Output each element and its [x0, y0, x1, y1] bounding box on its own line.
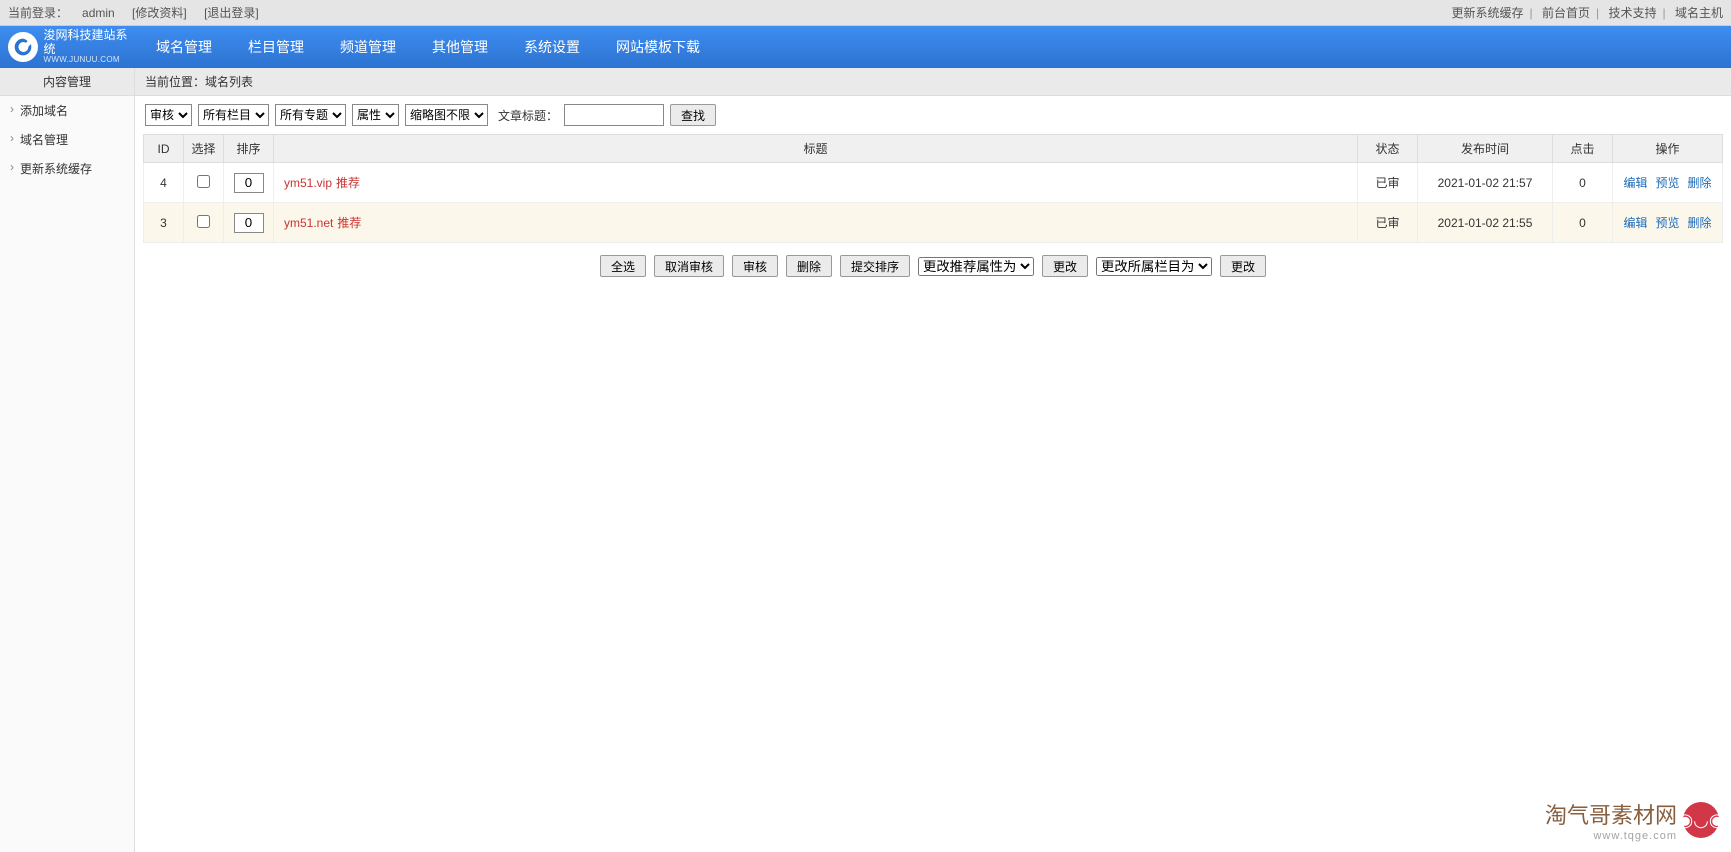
th-hits: 点击 [1553, 135, 1613, 163]
filter-topic-select[interactable]: 所有专题 [275, 104, 346, 126]
edit-link[interactable]: 编辑 [1623, 216, 1647, 230]
top-link-refresh-cache[interactable]: 更新系统缓存 [1452, 6, 1524, 20]
content: 当前位置：域名列表 审核 所有栏目 所有专题 属性 缩略图不限 文章标题： 查找… [135, 68, 1731, 852]
brand-logo: 浚网科技建站系统 WWW.JUNUU.COM [8, 29, 138, 64]
filter-title-input[interactable] [564, 104, 664, 126]
filter-audit-select[interactable]: 审核 [145, 104, 192, 126]
cell-hits: 0 [1553, 203, 1613, 243]
current-user: admin [82, 6, 115, 20]
search-button[interactable]: 查找 [670, 104, 716, 126]
table-row: 3 ym51.net 推荐 已审2021-01-02 21:550 编辑预览删除 [144, 203, 1723, 243]
filter-bar: 审核 所有栏目 所有专题 属性 缩略图不限 文章标题： 查找 [135, 96, 1731, 134]
logout-link[interactable]: [退出登录] [204, 6, 259, 20]
cell-hits: 0 [1553, 163, 1613, 203]
top-link-domain-host[interactable]: 域名主机 [1675, 6, 1723, 20]
domain-link[interactable]: ym51.net [284, 216, 333, 230]
select-all-button[interactable]: 全选 [600, 255, 646, 277]
cancel-audit-button[interactable]: 取消审核 [654, 255, 724, 277]
filter-thumb-select[interactable]: 缩略图不限 [405, 104, 488, 126]
sidebar: 内容管理 添加域名 域名管理 更新系统缓存 [0, 68, 135, 852]
cell-status: 已审 [1358, 163, 1418, 203]
recommend-badge: 推荐 [336, 176, 360, 190]
sidebar-item-domain-manage[interactable]: 域名管理 [0, 125, 134, 154]
audit-button[interactable]: 审核 [732, 255, 778, 277]
sort-input[interactable] [234, 213, 264, 233]
watermark-title: 淘气哥素材网 [1545, 798, 1677, 830]
th-sort: 排序 [224, 135, 274, 163]
th-time: 发布时间 [1418, 135, 1553, 163]
sort-input[interactable] [234, 173, 264, 193]
watermark: 淘气哥素材网 www.tqge.com ◉◡◉ [1545, 798, 1719, 842]
nav-template[interactable]: 网站模板下载 [598, 26, 718, 68]
change-column-select[interactable]: 更改所属栏目为 [1096, 257, 1212, 276]
nav-domain[interactable]: 域名管理 [138, 26, 230, 68]
sidebar-item-refresh-cache[interactable]: 更新系统缓存 [0, 154, 134, 183]
table-row: 4 ym51.vip 推荐 已审2021-01-02 21:570 编辑预览删除 [144, 163, 1723, 203]
bulk-actions: 全选 取消审核 审核 删除 提交排序 更改推荐属性为 更改 更改所属栏目为 更改 [135, 243, 1731, 289]
th-title: 标题 [274, 135, 1358, 163]
change-column-button[interactable]: 更改 [1220, 255, 1266, 277]
edit-link[interactable]: 编辑 [1623, 176, 1647, 190]
th-ops: 操作 [1613, 135, 1723, 163]
filter-attr-select[interactable]: 属性 [352, 104, 399, 126]
brand-name: 浚网科技建站系统 [44, 29, 138, 55]
main-nav: 浚网科技建站系统 WWW.JUNUU.COM 域名管理 栏目管理 频道管理 其他… [0, 26, 1731, 68]
cell-id: 3 [144, 203, 184, 243]
nav-channel[interactable]: 频道管理 [322, 26, 414, 68]
domain-table: ID 选择 排序 标题 状态 发布时间 点击 操作 4ym51.vip推荐已审2… [143, 134, 1723, 243]
brand-sub: WWW.JUNUU.COM [44, 56, 138, 65]
cell-id: 4 [144, 163, 184, 203]
watermark-url: www.tqge.com [1545, 830, 1677, 842]
delete-link[interactable]: 删除 [1688, 216, 1712, 230]
preview-link[interactable]: 预览 [1655, 216, 1679, 230]
breadcrumb: 当前位置：域名列表 [135, 68, 1731, 96]
topbar: 当前登录：admin [修改资料] [退出登录] 更新系统缓存| 前台首页| 技… [0, 0, 1731, 26]
th-select: 选择 [184, 135, 224, 163]
th-id: ID [144, 135, 184, 163]
top-link-tech-support[interactable]: 技术支持 [1609, 6, 1657, 20]
filter-title-label: 文章标题： [498, 107, 558, 124]
sidebar-item-add-domain[interactable]: 添加域名 [0, 96, 134, 125]
nav-other[interactable]: 其他管理 [414, 26, 506, 68]
top-link-front-home[interactable]: 前台首页 [1542, 6, 1590, 20]
row-checkbox[interactable] [197, 175, 210, 188]
current-login-label: 当前登录： [8, 6, 68, 20]
cell-time: 2021-01-02 21:55 [1418, 203, 1553, 243]
change-reco-button[interactable]: 更改 [1042, 255, 1088, 277]
watermark-face-icon: ◉◡◉ [1683, 802, 1719, 838]
change-reco-select[interactable]: 更改推荐属性为 [918, 257, 1034, 276]
recommend-badge: 推荐 [337, 216, 361, 230]
row-checkbox[interactable] [197, 215, 210, 228]
modify-profile-link[interactable]: [修改资料] [132, 6, 187, 20]
domain-link[interactable]: ym51.vip [284, 176, 332, 190]
submit-sort-button[interactable]: 提交排序 [840, 255, 910, 277]
preview-link[interactable]: 预览 [1655, 176, 1679, 190]
nav-system[interactable]: 系统设置 [506, 26, 598, 68]
cell-status: 已审 [1358, 203, 1418, 243]
delete-link[interactable]: 删除 [1688, 176, 1712, 190]
filter-column-select[interactable]: 所有栏目 [198, 104, 269, 126]
sidebar-heading: 内容管理 [0, 68, 134, 96]
nav-column[interactable]: 栏目管理 [230, 26, 322, 68]
cell-time: 2021-01-02 21:57 [1418, 163, 1553, 203]
delete-button[interactable]: 删除 [786, 255, 832, 277]
th-status: 状态 [1358, 135, 1418, 163]
logo-icon [8, 32, 38, 62]
